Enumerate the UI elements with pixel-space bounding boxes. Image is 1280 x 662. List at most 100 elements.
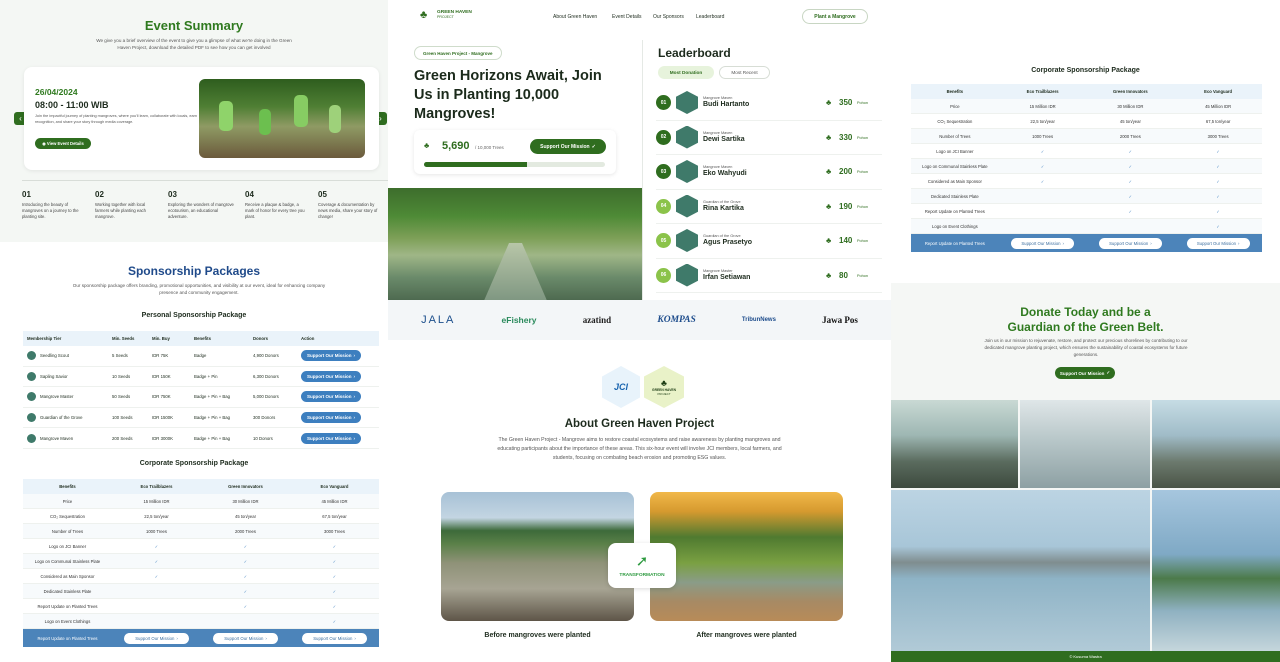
corporate-package-title: Corporate Sponsorship Package	[139, 460, 249, 467]
tree-unit: Pohon	[857, 239, 868, 243]
leaderboard-row[interactable]: 05 Guardian of the Grove Agus Prasetyo ♣ 140…	[656, 224, 882, 259]
support-mission-button[interactable]: Support Our Mission ›	[301, 370, 361, 382]
table-header: Benefits Eco Trailblazers Green Innovators…	[23, 479, 379, 494]
benefit-value: ✓	[154, 558, 159, 564]
sponsor-strip: JALA eFishery azatind KOMPAS TribunNews …	[388, 300, 891, 340]
support-mission-button[interactable]: Support Our Mission ›	[301, 412, 361, 424]
rank-badge: 05	[656, 233, 671, 248]
leaderboard-row[interactable]: 06 Mangrove Master Irfan Setiawan ♣ 80 Pohon	[656, 259, 882, 293]
seeds-cell: 10 Seeds	[112, 373, 131, 379]
donor-tier: Mangrove Maven	[703, 130, 733, 135]
corporate-package-title: Corporate Sponsorship Package	[1031, 67, 1140, 74]
benefit-value: ✓	[1216, 223, 1220, 229]
support-mission-button[interactable]: Support Our Mission ›	[301, 391, 361, 403]
navbar: ♣ GREEN HAVEN PROJECT About Green Haven …	[388, 0, 891, 34]
benefit-value: ✓	[1128, 193, 1133, 199]
benefit-label: Dedicated Stainless Plate	[931, 193, 979, 199]
personal-package-title: Personal Sponsorship Package	[141, 312, 247, 319]
corporate-donate-panel: Corporate Sponsorship Package Benefits Ec…	[891, 0, 1280, 662]
rank-badge: 06	[656, 267, 671, 283]
tier-badge-icon	[676, 194, 698, 218]
benefit-value: ✓	[332, 618, 337, 624]
donor-name: Eko Wahyudi	[703, 170, 747, 177]
leaderboard-row[interactable]: 03 Mangrove Maven Eko Wahyudi ♣ 200 Pohon	[656, 155, 882, 190]
donate-title: Donate Today and be a Guardian of the Gr…	[1007, 305, 1164, 334]
table-row: Report Update on Planted Trees ✓ ✓	[23, 599, 379, 614]
rank-badge: 04	[656, 198, 671, 214]
tree-count: 330	[839, 132, 853, 142]
benefit-value: 45 Million IDR	[321, 498, 348, 504]
benefit-value: ✓	[1040, 163, 1045, 169]
table-header: Membership Tier Min. Seeds Min. Buy Bene…	[23, 331, 379, 346]
benefit-label: Logo on JCI Banner	[936, 148, 974, 154]
benefit-value: 15 Million IDR	[143, 498, 170, 504]
benefit-value: 45 ton/year	[1119, 118, 1141, 124]
table-row: Dedicated Stainless Plate ✓ ✓	[911, 189, 1262, 204]
chevron-right-icon: ›	[176, 635, 178, 641]
sponsor-logo-tribunnews: TribunNews	[741, 317, 776, 323]
table-row: Logo on Communal Stainless Plate ✓ ✓ ✓	[23, 554, 379, 569]
event-photo	[199, 79, 365, 158]
benefit-label: Number of Trees	[51, 528, 84, 534]
support-mission-button[interactable]: Support Our Mission ›	[301, 432, 361, 444]
benefit-value: ✓	[332, 573, 337, 579]
support-mission-button[interactable]: Support Our Mission ›	[124, 632, 189, 644]
leaderboard-row[interactable]: 04 Guardian of the Grove Rina Kartika ♣ 190 P…	[656, 190, 882, 224]
benefit-value: ✓	[243, 573, 248, 579]
nav-link-about[interactable]: About Green Haven	[553, 14, 597, 20]
brand-logo[interactable]: ♣ GREEN HAVEN PROJECT	[420, 8, 472, 22]
benefit-value: ✓	[332, 603, 337, 609]
donor-name: Irfan Setiawan	[703, 273, 751, 281]
benefits-cell: Badge + Pin + Bag	[194, 415, 231, 421]
donate-support-button[interactable]: Support Our Mission ✓	[1055, 367, 1115, 379]
sponsorship-title: Sponsorship Packages	[127, 264, 261, 278]
table-row: Mangrove Maven 200 Seeds IDR 3000K Badge + …	[23, 428, 379, 449]
support-mission-button[interactable]: Support Our Mission ›	[301, 350, 361, 362]
benefit-label: Report Update on Planted Trees	[924, 208, 985, 214]
progress-fill	[424, 162, 527, 167]
tab-most-recent[interactable]: Most Recent	[719, 66, 770, 79]
tab-most-donation[interactable]: Most Donation	[658, 66, 714, 79]
nav-link-leaderboard[interactable]: Leaderboard	[696, 14, 724, 20]
buy-cell: IDR 75K	[152, 353, 169, 359]
tree-count: 350	[839, 98, 853, 107]
plant-mangrove-button[interactable]: Plant a Mangrove	[802, 9, 868, 24]
tier-cell: Guardian of the Grove	[27, 413, 112, 423]
table-row: Considered as Main Sponsor ✓ ✓ ✓	[23, 569, 379, 584]
support-mission-button[interactable]: Support Our Mission ›	[302, 632, 367, 644]
donor-name: Budi Hartanto	[703, 101, 750, 108]
hero-support-button[interactable]: Support Our Mission ✓	[530, 139, 606, 154]
support-mission-button[interactable]: Support Our Mission ›	[1186, 237, 1250, 249]
benefit-value: ✓	[154, 573, 159, 579]
benefit-value: 1000 Trees	[1032, 133, 1054, 139]
check-icon: ✓	[1106, 370, 1111, 375]
support-mission-button[interactable]: Support Our Mission ›	[213, 632, 278, 644]
leaderboard-row[interactable]: 02 Mangrove Maven Dewi Sartika ♣ 330 Pohon	[656, 121, 882, 155]
tree-icon: ♣	[826, 167, 832, 176]
nav-link-sponsors[interactable]: Our Sponsors	[653, 14, 684, 20]
table-row: Dedicated Stainless Plate ✓ ✓	[23, 584, 379, 599]
support-mission-button[interactable]: Support Our Mission ›	[1011, 237, 1075, 249]
support-mission-button[interactable]: Support Our Mission ›	[1098, 237, 1162, 249]
tier-badge-icon	[27, 392, 36, 402]
event-card: 26/04/2024 08:00 - 11:00 WIB Join the im…	[24, 67, 379, 170]
nav-link-event-details[interactable]: Event Details	[612, 14, 641, 20]
corporate-package-table: Benefits Eco Trailblazers Green Innovators…	[23, 479, 379, 647]
tree-unit: Pohon	[857, 204, 868, 209]
benefit-value: 1000 Trees	[146, 528, 167, 534]
leaderboard-row[interactable]: 01 Mangrove Maven Budi Hartanto ♣ 350 Pohon	[656, 86, 882, 121]
view-event-details-button[interactable]: ◉ View Event Details	[35, 138, 91, 149]
benefit-value: ✓	[1040, 148, 1045, 154]
benefit-value: 3000 Trees	[324, 528, 345, 534]
benefit-value: 67,5 ton/year	[322, 513, 347, 519]
table-row: Number of Trees 1000 Trees 2000 Trees 3000 …	[23, 524, 379, 539]
benefit-label: Considered as Main Sponsor	[40, 573, 95, 579]
donor-name: Dewi Sartika	[703, 135, 745, 143]
benefit-value: 67,5 ton/year	[1205, 118, 1231, 124]
gallery-photo-mangrove-tree	[1152, 490, 1280, 651]
benefit-label: Logo on Communal Stainless Plate	[922, 163, 988, 169]
donate-text: Join us in our mission to rejuvenate, re…	[984, 338, 1188, 357]
tier-cell: Mangrove Maven	[27, 433, 112, 443]
table-row: Price 15 Million IDR 30 Million IDR 45 Mill…	[23, 494, 379, 509]
tree-unit: Pohon	[857, 170, 868, 174]
